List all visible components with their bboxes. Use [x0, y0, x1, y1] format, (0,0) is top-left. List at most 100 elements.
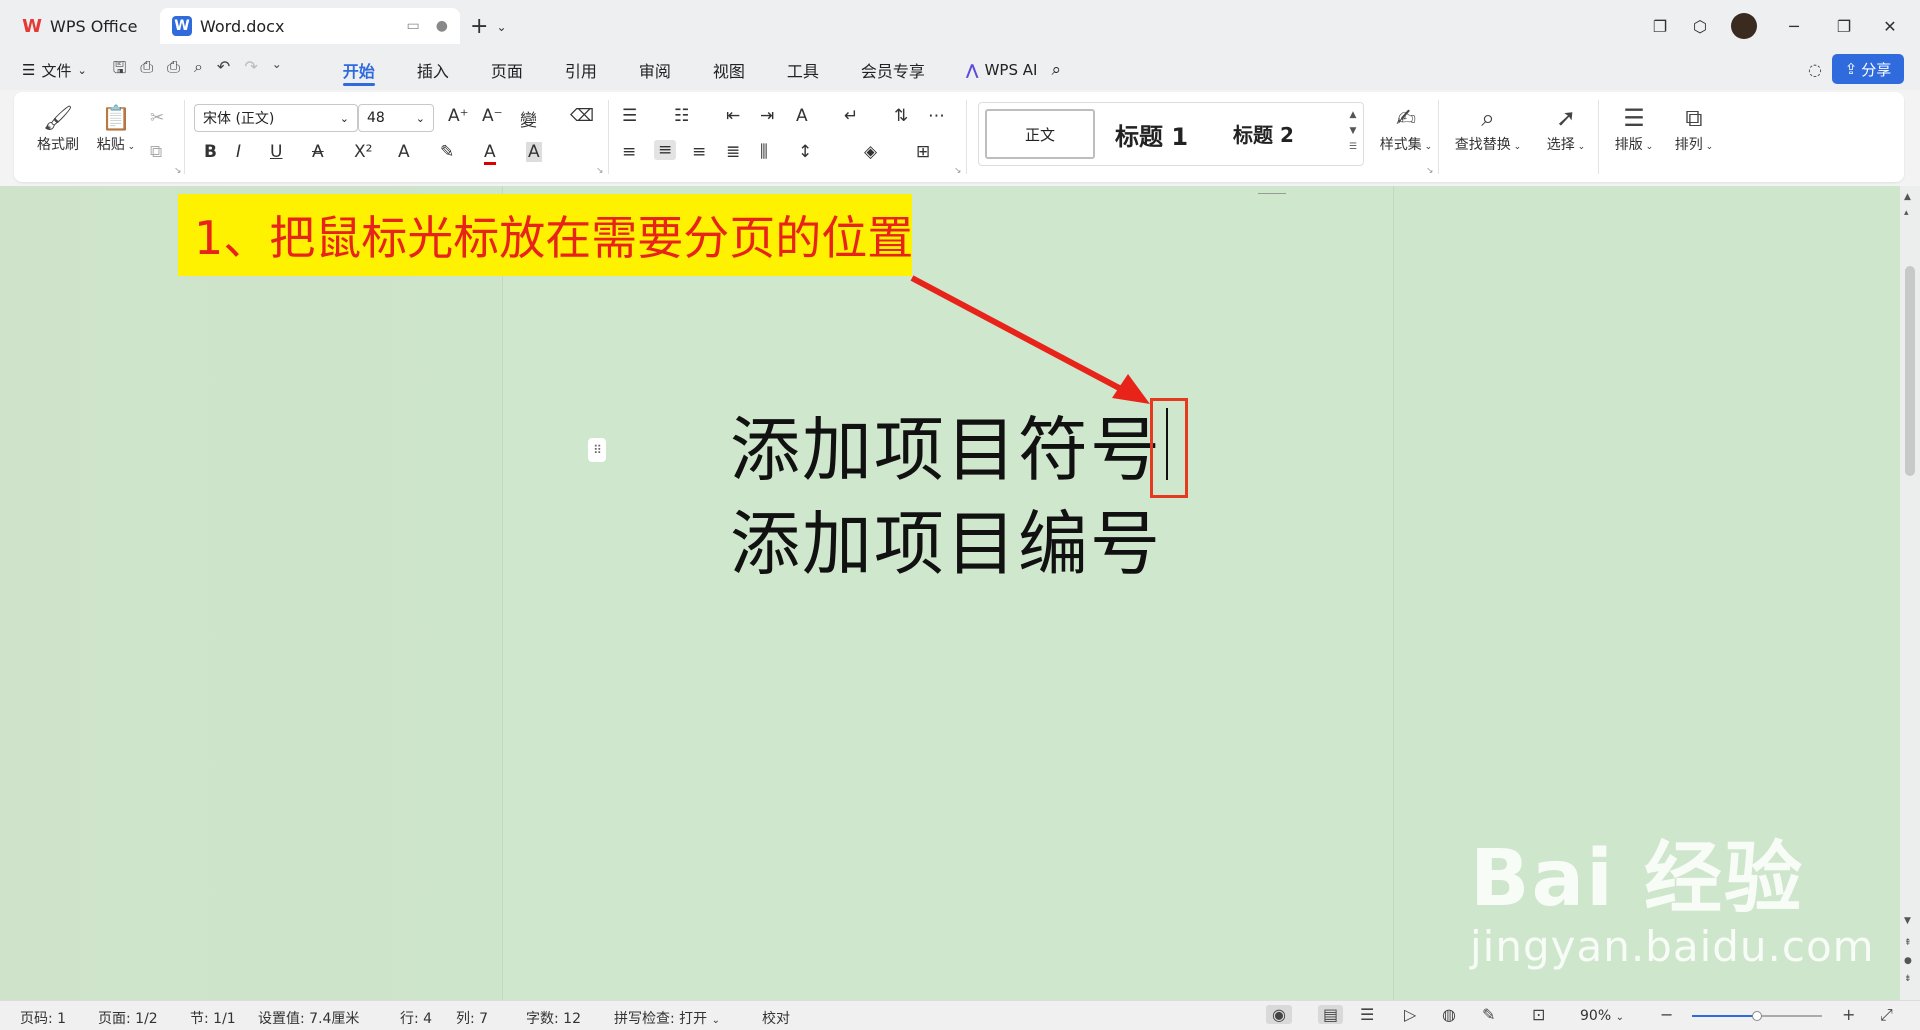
read-mode-icon[interactable]: ▷	[1404, 1005, 1416, 1024]
chevron-down-icon[interactable]: ▼	[1349, 123, 1357, 139]
fit-page-icon[interactable]: ⊡	[1532, 1005, 1545, 1024]
shading-icon[interactable]: ◈	[864, 142, 877, 162]
numbered-list-icon[interactable]: ☷	[674, 106, 689, 126]
style-set-button[interactable]: ✍ 样式集 ⌄	[1366, 102, 1446, 154]
font-name-select[interactable]: 宋体 (正文) ⌄	[194, 104, 358, 132]
font-size-select[interactable]: 48 ⌄	[358, 104, 434, 132]
wps-ai-button[interactable]: ⋀ WPS AI	[966, 61, 1038, 79]
decrease-indent-icon[interactable]: ⇤	[726, 106, 740, 126]
paste-button[interactable]: 📋 粘贴 ⌄	[86, 102, 146, 154]
sort-icon[interactable]: ⇅	[894, 106, 908, 126]
scroll-thumb[interactable]	[1905, 266, 1915, 476]
status-page-code[interactable]: 页码: 1	[20, 1008, 66, 1028]
window-layout-icon[interactable]: ❐	[1646, 12, 1674, 40]
fullscreen-icon[interactable]: ⤢	[1880, 1005, 1893, 1025]
zoom-out-icon[interactable]: −	[1660, 1005, 1673, 1024]
clear-format-icon[interactable]: ⌫	[570, 106, 594, 126]
file-menu[interactable]: ☰ 文件 ⌄	[22, 60, 87, 81]
style-normal[interactable]: 正文	[985, 109, 1095, 159]
close-button[interactable]: ✕	[1876, 12, 1904, 40]
tab-references[interactable]: 引用	[544, 50, 618, 90]
find-replace-button[interactable]: ⌕ 查找替换 ⌄	[1446, 102, 1530, 154]
status-pages[interactable]: 页面: 1/2	[98, 1008, 158, 1028]
format-painter-button[interactable]: 🖌 格式刷	[28, 102, 88, 154]
show-marks-icon[interactable]: ⋯	[928, 106, 945, 126]
new-tab-button[interactable]: + ⌄	[470, 14, 507, 39]
highlight-icon[interactable]: ✎	[440, 142, 454, 162]
shrink-font-icon[interactable]: A⁻	[482, 106, 503, 126]
scroll-up-icon[interactable]: ▲	[1904, 192, 1911, 202]
page-up-icon[interactable]: ▴	[1904, 208, 1909, 218]
tab-review[interactable]: 审阅	[618, 50, 692, 90]
share-button[interactable]: ⇪ 分享	[1832, 54, 1904, 84]
zoom-slider[interactable]	[1692, 1011, 1822, 1021]
border-icon[interactable]: ⊞	[916, 142, 930, 162]
status-column[interactable]: 列: 7	[456, 1008, 488, 1028]
line-spacing-icon[interactable]: ↕	[798, 142, 812, 162]
dialog-launcher-icon[interactable]: ↘	[596, 166, 604, 176]
zoom-in-icon[interactable]: +	[1842, 1005, 1855, 1024]
layout-button[interactable]: ☰ 排版 ⌄	[1606, 102, 1662, 154]
justify-icon[interactable]: ≣	[726, 142, 740, 162]
text-effect-icon[interactable]: A	[398, 142, 410, 162]
undo-icon[interactable]: ↶	[217, 57, 230, 84]
browse-object-icon[interactable]: ●	[1904, 956, 1912, 966]
cut-icon[interactable]: ✂	[150, 108, 164, 128]
chat-icon[interactable]: ◌	[1808, 60, 1822, 79]
user-avatar[interactable]	[1730, 12, 1758, 40]
redo-icon[interactable]: ↷	[244, 57, 257, 84]
print-preview-icon[interactable]: ⌕	[194, 57, 203, 84]
page-view-icon[interactable]: ▤	[1318, 1005, 1344, 1024]
monitor-icon[interactable]: ▭	[407, 18, 420, 34]
restore-button[interactable]: ❐	[1830, 12, 1858, 40]
minimize-button[interactable]: ─	[1780, 12, 1808, 40]
export-pdf-icon[interactable]: ⎙	[140, 57, 153, 84]
tab-view[interactable]: 视图	[692, 50, 766, 90]
search-icon[interactable]: ⌕	[1051, 60, 1061, 80]
strikethrough-icon[interactable]: A	[312, 142, 324, 162]
tab-tools[interactable]: 工具	[766, 50, 840, 90]
align-left-icon[interactable]: ≡	[622, 142, 636, 162]
underline-icon[interactable]: U	[270, 142, 282, 162]
font-color-icon[interactable]: A	[484, 142, 496, 165]
line-break-icon[interactable]: ↵	[844, 106, 858, 126]
print-icon[interactable]: ⎙	[167, 57, 180, 84]
spell-check-toggle[interactable]: 拼写检查: 打开 ⌄	[614, 1008, 720, 1028]
align-center-icon[interactable]: ≡	[654, 140, 677, 160]
dialog-launcher-icon[interactable]: ↘	[954, 166, 962, 176]
cube-icon[interactable]: ⬡	[1686, 12, 1714, 40]
tab-page[interactable]: 页面	[470, 50, 544, 90]
zoom-slider-knob[interactable]	[1752, 1011, 1762, 1021]
next-page-icon[interactable]: ⇟	[1904, 974, 1912, 984]
char-shading-icon[interactable]: A	[526, 142, 542, 162]
bullet-list-icon[interactable]: ☰	[622, 106, 637, 126]
style-heading-1[interactable]: 标题 1	[1115, 117, 1188, 152]
dialog-launcher-icon[interactable]: ↘	[174, 166, 182, 176]
status-word-count[interactable]: 字数: 12	[526, 1008, 581, 1028]
align-right-icon[interactable]: ≡	[692, 142, 706, 162]
outline-view-icon[interactable]: ☰	[1360, 1005, 1374, 1024]
tab-wps-office[interactable]: W WPS Office	[10, 8, 155, 44]
distributed-icon[interactable]: ⫼	[760, 142, 768, 162]
eye-protection-icon[interactable]: ◉	[1266, 1005, 1292, 1024]
copy-icon[interactable]: ⧉	[150, 142, 162, 162]
pen-icon[interactable]: ✎	[1482, 1005, 1495, 1024]
select-button[interactable]: ➚ 选择 ⌄	[1538, 102, 1594, 154]
superscript-icon[interactable]: X²	[354, 142, 372, 162]
dialog-launcher-icon[interactable]: ↘	[1426, 166, 1434, 176]
status-row[interactable]: 行: 4	[400, 1008, 432, 1028]
proofread-button[interactable]: 校对	[762, 1008, 790, 1028]
status-section[interactable]: 节: 1/1	[190, 1008, 236, 1028]
text-direction-icon[interactable]: A	[796, 106, 808, 126]
styles-scroll[interactable]: ▲ ▼ ☰	[1349, 107, 1357, 155]
prev-page-icon[interactable]: ⇞	[1904, 938, 1912, 948]
arrange-button[interactable]: ⧉ 排列 ⌄	[1666, 102, 1722, 154]
save-icon[interactable]: 🖫	[113, 57, 127, 84]
web-view-icon[interactable]: ◍	[1442, 1005, 1456, 1024]
chevron-up-icon[interactable]: ▲	[1349, 107, 1357, 123]
document-canvas[interactable]: ⠿ 添加项目符号 添加项目编号 1、把鼠标光标放在需要分页的位置 Bai 经验 …	[0, 186, 1900, 1000]
tab-document[interactable]: W Word.docx ▭ ●	[160, 8, 460, 44]
phonetic-guide-icon[interactable]: 變	[520, 106, 537, 131]
vertical-scrollbar[interactable]: ▲ ▴ ▼ ⇞ ● ⇟	[1900, 186, 1920, 1000]
status-setting-value[interactable]: 设置值: 7.4厘米	[258, 1008, 359, 1028]
